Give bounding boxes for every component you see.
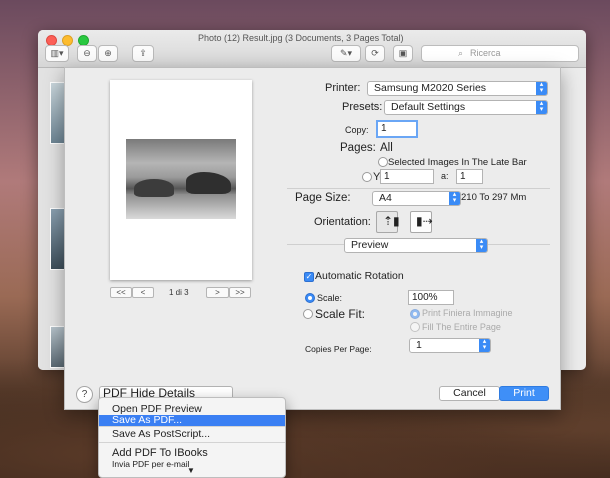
menu-separator [99, 442, 285, 443]
toolbox-icon: ▣ [398, 48, 408, 58]
range-to-field[interactable]: 1 [456, 169, 483, 184]
rotate-icon: ⟳ [371, 48, 379, 58]
copies-per-page-label: Copies Per Page: [305, 344, 372, 354]
print-entire-image-label: Print Finiera Immagine [422, 308, 513, 318]
search-input[interactable]: ⌕ Ricerca [421, 45, 579, 62]
menu-item-save-as-postscript[interactable]: Save As PostScript... [99, 428, 285, 440]
share-icon: ⇪ [139, 48, 147, 58]
scale-field[interactable]: 100% [408, 290, 454, 305]
search-placeholder: Ricerca [470, 48, 501, 58]
page-indicator: 1 di 3 [169, 288, 189, 297]
copies-field[interactable]: 1 [376, 120, 418, 138]
search-icon: ⌕ [458, 48, 464, 58]
divider [287, 188, 550, 189]
cancel-button[interactable]: Cancel [439, 386, 500, 401]
first-page-button[interactable]: << [110, 287, 132, 298]
scale-fit-label: Scale Fit: [315, 307, 366, 321]
print-preview-page [110, 80, 252, 280]
print-entire-image-radio[interactable] [410, 309, 420, 319]
printer-select[interactable]: Samsung M2020 Series ▴ ▾ [367, 81, 548, 96]
portrait-icon: ⇡▮ [383, 214, 400, 228]
next-page-button[interactable]: > [206, 287, 229, 298]
section-value: Preview [351, 239, 389, 251]
zoom-in-button[interactable]: ⊕ [98, 45, 118, 62]
scale-label: Scale: [317, 293, 343, 303]
auto-rotation-checkbox[interactable]: ✓ [304, 272, 314, 282]
range-to-label: a: [441, 171, 449, 181]
menu-item-save-as-pdf[interactable]: Save As PDF... [99, 415, 285, 426]
page-range-radio[interactable] [362, 172, 372, 182]
page-size-value: A4 [379, 192, 392, 204]
title-bar: Photo (12) Result.jpg (3 Documents, 3 Pa… [38, 30, 586, 68]
pdf-menu: Open PDF Preview Save As PDF... Save As … [98, 397, 286, 478]
pen-icon: ✎▾ [339, 48, 353, 58]
range-from-field[interactable]: 1 [380, 169, 434, 184]
scroll-down-icon[interactable]: ▼ [187, 466, 195, 475]
presets-select[interactable]: Default Settings ▴ ▾ [384, 100, 548, 115]
copy-label: Copy: [345, 125, 369, 135]
pages-label: Pages: [340, 142, 376, 154]
markup-button[interactable]: ✎▾ [331, 45, 361, 62]
photo-rock [134, 179, 174, 197]
pages-all-value: All [380, 142, 393, 154]
preview-photo [126, 139, 236, 219]
printer-label: Printer: [325, 82, 361, 94]
photo-sea [126, 194, 236, 219]
presets-label: Presets: [342, 101, 383, 113]
section-select[interactable]: Preview ▴ ▾ [344, 238, 488, 253]
menu-item-add-pdf-to-ibooks[interactable]: Add PDF To IBooks [99, 447, 285, 459]
help-button[interactable]: ? [76, 386, 93, 403]
window-title: Photo (12) Result.jpg (3 Documents, 3 Pa… [198, 33, 404, 43]
landscape-orientation-button[interactable]: ▮⇢ [410, 211, 433, 233]
page-size-label: Page Size: [295, 192, 351, 204]
selected-images-label: Selected Images In The Late Bar [388, 157, 527, 168]
toolbox-button[interactable]: ▣ [393, 45, 413, 62]
printer-value: Samsung M2020 Series [374, 82, 487, 94]
landscape-icon: ▮⇢ [416, 214, 433, 228]
chevron-updown-icon: ▴ ▾ [476, 238, 487, 252]
sidebar-toggle-button[interactable]: ▥▾ [45, 45, 69, 62]
scale-fit-radio[interactable] [303, 309, 313, 319]
previous-page-button[interactable]: < [132, 287, 154, 298]
chevron-updown-icon: ▴ ▾ [536, 100, 547, 114]
auto-rotation-label: Automatic Rotation [315, 270, 404, 282]
scale-radio[interactable] [305, 293, 315, 303]
print-dialog: << < 1 di 3 > >> Printer: Samsung M2020 … [64, 67, 561, 410]
photo-rock [186, 172, 231, 194]
fill-entire-page-radio[interactable] [410, 322, 420, 332]
orientation-label: Orientation: [314, 216, 371, 228]
rotate-button[interactable]: ⟳ [365, 45, 385, 62]
presets-value: Default Settings [391, 101, 466, 113]
last-page-button[interactable]: >> [229, 287, 251, 298]
chevron-updown-icon: ▴ ▾ [536, 81, 547, 95]
print-button[interactable]: Print [499, 386, 549, 401]
share-button[interactable]: ⇪ [132, 45, 154, 62]
zoom-out-icon: ⊖ [83, 48, 91, 58]
portrait-orientation-button[interactable]: ⇡▮ [376, 211, 400, 233]
selected-images-radio[interactable] [378, 157, 388, 167]
copies-per-page-value: 1 [416, 339, 422, 351]
page-size-dimensions: 210 To 297 Mm [461, 192, 527, 203]
sidebar-icon: ▥▾ [50, 48, 64, 58]
zoom-out-button[interactable]: ⊖ [77, 45, 97, 62]
zoom-in-icon: ⊕ [104, 48, 112, 58]
fill-entire-page-label: Fill The Entire Page [422, 322, 501, 332]
menu-separator [99, 426, 285, 427]
copies-per-page-select[interactable]: 1 ▴ ▾ [409, 338, 491, 353]
chevron-updown-icon: ▴ ▾ [479, 338, 490, 352]
page-size-select[interactable]: A4 ▴ ▾ [372, 191, 461, 206]
chevron-updown-icon: ▴ ▾ [449, 191, 460, 205]
